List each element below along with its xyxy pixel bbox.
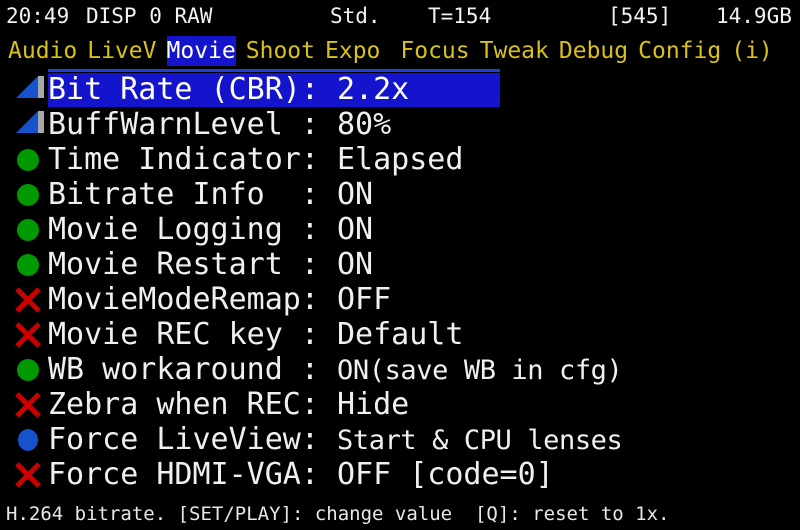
red-x-icon [12, 457, 48, 492]
menu-item-label: WB workaround : [48, 352, 319, 387]
menu-row[interactable]: Time Indicator: Elapsed [0, 142, 800, 177]
menu-row-text: BuffWarnLevel : 80% [48, 107, 391, 142]
blue-dot-icon [12, 422, 48, 457]
menu-row[interactable]: Movie REC key : Default [0, 317, 800, 352]
tab-debug[interactable]: Debug [559, 36, 628, 66]
menu-row-text: Movie Restart : ON [48, 247, 373, 282]
green-dot-icon [12, 212, 48, 247]
menu-item-separator [319, 142, 337, 177]
status-display-mode: DISP 0 RAW [86, 4, 213, 28]
menu-row[interactable]: MovieModeRemap: OFF [0, 282, 800, 317]
tab-tweak[interactable]: Tweak [480, 36, 549, 66]
menu-item-separator [319, 247, 337, 282]
menu-item-label: Zebra when REC: [48, 387, 319, 422]
menu-item-label: MovieModeRemap: [48, 282, 319, 317]
menu-tab-bar[interactable]: Audio LiveV Movie Shoot Expo Focus Tweak Debug C… [0, 36, 800, 66]
menu-item-value[interactable]: ON [337, 177, 373, 212]
status-clock: 20:49 [6, 4, 70, 28]
menu-item-value[interactable]: ON(save WB in cfg) [337, 355, 623, 386]
tab-livev[interactable]: LiveV [87, 36, 156, 66]
menu-row[interactable]: BuffWarnLevel : 80% [0, 107, 800, 142]
menu-item-separator [319, 282, 337, 317]
status-bar: 20:49 DISP 0 RAW Std. T=154 [545] 14.9GB [0, 0, 800, 32]
tab-audio[interactable]: Audio [8, 36, 77, 66]
menu-item-separator [319, 177, 337, 212]
tab-focus[interactable]: Focus [400, 36, 469, 66]
green-dot-icon [12, 142, 48, 177]
menu-row[interactable]: WB workaround : ON(save WB in cfg) [0, 352, 800, 387]
tab-expo[interactable]: Expo [325, 36, 380, 66]
menu-item-value[interactable]: 80% [337, 107, 391, 142]
slider-icon [12, 107, 48, 142]
menu-row[interactable]: Bit Rate (CBR): 2.2x [0, 72, 800, 107]
green-dot-icon [12, 177, 48, 212]
menu-item-label: Movie Restart : [48, 247, 319, 282]
menu-item-label: Movie Logging : [48, 212, 319, 247]
menu-item-value[interactable]: Hide [337, 387, 409, 422]
menu-row-text: Force LiveView: Start & CPU lenses [48, 422, 623, 457]
menu-item-label: BuffWarnLevel : [48, 107, 319, 142]
menu-item-label: Bit Rate (CBR): [48, 72, 319, 107]
menu-item-separator [319, 212, 337, 247]
menu-row[interactable]: Force LiveView: Start & CPU lenses [0, 422, 800, 457]
tab-config[interactable]: Config [638, 36, 721, 66]
menu-item-label: Time Indicator: [48, 142, 319, 177]
menu-item-value[interactable]: ON [337, 212, 373, 247]
menu-item-value[interactable]: Start & CPU lenses [337, 425, 623, 456]
menu-row[interactable]: Movie Restart : ON [0, 247, 800, 282]
menu-item-separator [319, 317, 337, 352]
menu-item-value[interactable]: ON [337, 247, 373, 282]
status-picture-style: Std. [330, 4, 381, 28]
green-dot-icon [12, 352, 48, 387]
menu-item-separator [319, 72, 337, 107]
menu-row-text: Movie REC key : Default [48, 317, 463, 352]
menu-item-label: Force LiveView: [48, 422, 319, 457]
menu-row[interactable]: Force HDMI-VGA: OFF [code=0] [0, 457, 800, 492]
menu-row-text: Movie Logging : ON [48, 212, 373, 247]
menu-item-separator [319, 387, 337, 422]
menu-item-value[interactable]: OFF [code=0] [337, 457, 554, 492]
camera-menu-screen: 20:49 DISP 0 RAW Std. T=154 [545] 14.9GB… [0, 0, 800, 530]
green-dot-icon [12, 247, 48, 282]
help-bar: H.264 bitrate. [SET/PLAY]: change value … [6, 503, 670, 525]
red-x-icon [12, 387, 48, 422]
menu-row[interactable]: Bitrate Info : ON [0, 177, 800, 212]
status-shots-remaining: [545] [608, 4, 672, 28]
menu-row[interactable]: Zebra when REC: Hide [0, 387, 800, 422]
menu-item-separator [319, 352, 337, 387]
menu-row-text: Force HDMI-VGA: OFF [code=0] [48, 457, 554, 492]
menu-item-value[interactable]: Default [337, 317, 463, 352]
red-x-icon [12, 317, 48, 352]
tab-movie[interactable]: Movie [166, 36, 236, 66]
menu-item-separator [319, 457, 337, 492]
slider-icon [12, 72, 48, 107]
menu-row[interactable]: Movie Logging : ON [0, 212, 800, 247]
red-x-icon [12, 282, 48, 317]
menu-row-text: WB workaround : ON(save WB in cfg) [48, 352, 623, 387]
menu-row-text: Bit Rate (CBR): 2.2x [48, 72, 409, 107]
menu-list: Bit Rate (CBR): 2.2x BuffWarnLevel : 80% T… [0, 72, 800, 492]
menu-item-label: Movie REC key : [48, 317, 319, 352]
status-card-space: 14.9GB [716, 4, 792, 28]
menu-item-separator [319, 422, 337, 457]
status-temperature: T=154 [428, 4, 492, 28]
menu-item-value[interactable]: Elapsed [337, 142, 463, 177]
menu-item-value[interactable]: OFF [337, 282, 391, 317]
menu-item-label: Force HDMI-VGA: [48, 457, 319, 492]
tab-shoot[interactable]: Shoot [246, 36, 315, 66]
menu-row-text: Zebra when REC: Hide [48, 387, 409, 422]
menu-item-label: Bitrate Info : [48, 177, 319, 212]
tab-i[interactable]: (i) [731, 36, 773, 66]
menu-row-text: Time Indicator: Elapsed [48, 142, 463, 177]
menu-item-value[interactable]: 2.2x [337, 72, 409, 107]
menu-item-separator [319, 107, 337, 142]
menu-row-text: MovieModeRemap: OFF [48, 282, 391, 317]
menu-row-text: Bitrate Info : ON [48, 177, 373, 212]
